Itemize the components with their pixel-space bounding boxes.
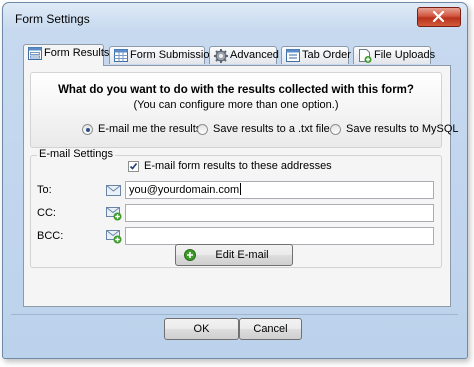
cancel-button[interactable]: Cancel <box>239 318 302 340</box>
tab-file-uploads[interactable]: File Uploads <box>353 46 435 64</box>
checkmark-icon <box>129 163 138 170</box>
to-input[interactable]: you@yourdomain.com <box>125 181 434 199</box>
tab-label: Advanced <box>230 49 279 61</box>
cc-input[interactable] <box>125 204 434 222</box>
form-results-panel: What do you want to do with the results … <box>23 65 459 307</box>
results-subtitle: (You can configure more than one option.… <box>133 99 339 111</box>
footer-separator <box>11 314 458 315</box>
email-results-checkbox-label: E-mail form results to these addresses <box>144 160 332 172</box>
file-upload-icon <box>359 49 372 63</box>
title-bar[interactable]: Form Settings <box>3 3 467 33</box>
edit-email-button[interactable]: Edit E-mail <box>175 244 293 266</box>
tab-label: Form Submission <box>130 49 216 61</box>
address-book-icon[interactable] <box>106 185 121 196</box>
add-icon <box>184 249 196 261</box>
email-settings-label: E-mail Settings <box>37 148 115 160</box>
results-header: What do you want to do with the results … <box>30 72 459 148</box>
email-results-checkbox[interactable] <box>128 161 139 172</box>
window-title: Form Settings <box>15 12 90 26</box>
add-address-icon[interactable] <box>106 207 122 221</box>
bcc-input[interactable] <box>125 227 434 245</box>
form-settings-dialog: Form Settings Form Results Form Submissi… <box>2 2 468 359</box>
edit-email-label: Edit E-mail <box>215 249 269 261</box>
tab-order-icon <box>286 49 300 62</box>
tab-advanced[interactable]: Advanced <box>209 46 279 64</box>
cc-label: CC: <box>37 207 56 219</box>
radio-button[interactable] <box>197 124 208 135</box>
radio-label: Save results to MySQL <box>346 123 459 135</box>
cancel-label: Cancel <box>253 323 288 335</box>
radio-label: E-mail me the results <box>98 123 202 135</box>
tab-label: File Uploads <box>374 49 436 61</box>
bcc-label: BCC: <box>37 230 64 242</box>
results-question: What do you want to do with the results … <box>58 84 414 96</box>
close-icon <box>432 11 445 22</box>
to-label: To: <box>37 184 52 196</box>
tab-label: Form Results <box>44 47 110 59</box>
table-icon <box>114 49 128 62</box>
gear-icon <box>214 49 228 63</box>
ok-button[interactable]: OK <box>164 318 239 340</box>
tab-form-results[interactable]: Form Results <box>23 44 109 66</box>
radio-button[interactable] <box>82 124 93 135</box>
add-address-icon[interactable] <box>106 230 122 244</box>
radio-button[interactable] <box>330 124 341 135</box>
form-icon <box>28 47 42 60</box>
to-value: you@yourdomain.com <box>129 184 240 196</box>
tab-tab-order[interactable]: Tab Order <box>281 46 351 64</box>
tab-label: Tab Order <box>302 49 351 61</box>
radio-label: Save results to a .txt file <box>213 123 330 135</box>
ok-label: OK <box>193 323 210 335</box>
close-button[interactable] <box>417 7 461 27</box>
tab-form-submission[interactable]: Form Submission <box>109 46 216 64</box>
